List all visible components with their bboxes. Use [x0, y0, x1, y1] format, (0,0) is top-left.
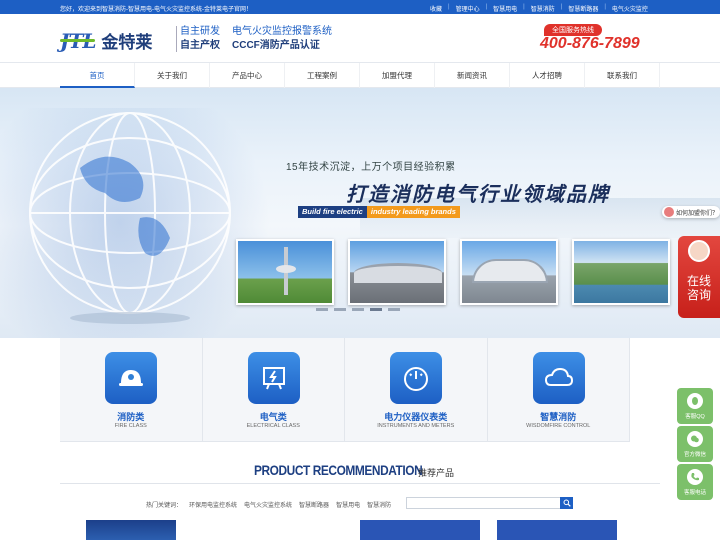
product-card[interactable] — [360, 520, 480, 540]
category-fire[interactable]: 消防类 FIRE CLASS — [60, 338, 203, 442]
category-strip: 消防类 FIRE CLASS 电气类 ELECTRICAL CLASS 电力仪器… — [60, 338, 630, 442]
keyword-link[interactable]: 智慧消防 — [367, 500, 391, 509]
category-instruments[interactable]: 电力仪器仪表类 INSTRUMENTS AND METERS — [345, 338, 488, 442]
top-bar: 您好，欢迎来到智慧消防-智慧用电-电气火灾监控系统-金特莱电子官网！ 收藏 | 管… — [0, 0, 720, 14]
cloud-icon — [532, 352, 585, 404]
slogan-ip: 自主产权 — [180, 40, 220, 51]
slider-dot-active[interactable] — [370, 308, 382, 311]
search-button[interactable] — [560, 497, 573, 509]
case-thumb-park[interactable] — [572, 239, 670, 305]
products-heading: PRODUCT RECOMMENDATION 推荐产品 — [254, 462, 455, 480]
search-icon — [563, 499, 571, 507]
slider-dot[interactable] — [316, 308, 328, 311]
avatar — [688, 240, 710, 262]
keyword-link[interactable]: 环保用电监控系统 — [189, 500, 237, 509]
nav-item[interactable]: 首页 — [60, 63, 135, 88]
helmet-icon — [105, 352, 157, 404]
online-consult-button[interactable]: 在线 咨询 — [678, 236, 720, 318]
smart-breaker-link[interactable]: 智慧断路器 — [568, 4, 598, 13]
qq-button[interactable]: 客服QQ — [677, 388, 713, 424]
case-thumb-tower[interactable] — [236, 239, 334, 305]
hero-banner: 15年技术沉淀，上万个项目经验积累 打造消防电气行业领域品牌 Build fir… — [0, 88, 720, 338]
favorite-link[interactable]: 收藏 — [430, 4, 442, 13]
category-electrical[interactable]: 电气类 ELECTRICAL CLASS — [203, 338, 345, 442]
main-nav: 首页 关于我们 产品中心 工程案例 加盟代理 新闻资讯 人才招聘 联系我们 — [0, 62, 720, 88]
phone-label: 客服电话 — [683, 490, 706, 496]
hot-keywords: 热门关键词： 环保用电监控系统 电气火灾监控系统 智慧断路器 智慧用电 智慧消防 — [146, 500, 398, 509]
products-heading-en: PRODUCT RECOMMENDATION — [254, 462, 423, 478]
avatar — [664, 207, 674, 217]
site-header: JTL 金特莱 自主研发 自主产权 电气火灾监控报警系统 CCCF消防产品认证 … — [0, 14, 720, 62]
nav-item[interactable]: 新闻资讯 — [435, 63, 510, 88]
fire-monitor-link[interactable]: 电气火灾监控 — [612, 4, 648, 13]
category-title: 智慧消防 — [540, 412, 577, 422]
keyword-link[interactable]: 智慧断路器 — [299, 500, 329, 509]
welcome-text: 您好，欢迎来到智慧消防-智慧用电-电气火灾监控系统-金特莱电子官网！ — [60, 7, 252, 13]
nav-item[interactable]: 关于我们 — [135, 63, 210, 88]
consult-text: 如何加盟你们？ — [676, 210, 719, 217]
product-card[interactable] — [497, 520, 617, 540]
keywords-label: 热门关键词： — [146, 503, 183, 509]
smart-fire-link[interactable]: 智慧消防 — [531, 4, 555, 13]
search-input[interactable] — [406, 497, 562, 509]
divider — [60, 483, 660, 484]
wechat-button[interactable]: 官方微信 — [677, 426, 713, 462]
wechat-icon — [687, 431, 703, 447]
consult-bubble[interactable]: 如何加盟你们？ — [662, 206, 720, 218]
category-subtitle: INSTRUMENTS AND METERS — [377, 423, 455, 429]
slogan-left: 自主研发 自主产权 — [180, 25, 220, 53]
nav-item[interactable]: 联系我们 — [585, 63, 660, 88]
top-links: 收藏 | 管理中心 | 智慧用电 | 智慧消防 | 智慧断路器 | 电气火灾监控 — [430, 4, 648, 13]
keyword-link[interactable]: 智慧用电 — [336, 500, 360, 509]
qq-icon — [687, 393, 703, 409]
banner-en-right: industry leading brands — [366, 206, 460, 218]
banner-english: Build fire electric industry leading bra… — [298, 206, 460, 218]
banner-subtitle: 15年技术沉淀，上万个项目经验积累 — [286, 162, 456, 173]
divider — [176, 26, 177, 52]
slider-dot[interactable] — [334, 308, 346, 311]
category-title: 电气类 — [259, 412, 287, 422]
category-subtitle: ELECTRICAL CLASS — [246, 423, 300, 429]
logo-mark: JTL — [60, 28, 96, 53]
gauge-icon — [390, 352, 442, 404]
wechat-label: 官方微信 — [683, 452, 706, 458]
slogan-right: 电气火灾监控报警系统 CCCF消防产品认证 — [232, 25, 332, 53]
slogan-system: 电气火灾监控报警系统 — [232, 26, 332, 37]
nav-item[interactable]: 加盟代理 — [360, 63, 435, 88]
case-thumb-station[interactable] — [348, 239, 446, 305]
banner-title: 打造消防电气行业领域品牌 — [346, 184, 610, 206]
category-title: 消防类 — [117, 412, 145, 422]
phone-icon — [687, 469, 703, 485]
products-heading-cn: 推荐产品 — [418, 468, 455, 478]
nav-item[interactable]: 人才招聘 — [510, 63, 585, 88]
category-subtitle: FIRE CLASS — [114, 423, 147, 429]
product-card[interactable] — [86, 520, 176, 540]
admin-link[interactable]: 管理中心 — [456, 4, 480, 13]
qq-label: 客服QQ — [685, 414, 705, 420]
category-title: 电力仪器仪表类 — [384, 412, 448, 422]
slider-dot[interactable] — [388, 308, 400, 311]
case-thumb-stadium[interactable] — [460, 239, 558, 305]
phone-button[interactable]: 客服电话 — [677, 464, 713, 500]
slogan-cert: CCCF消防产品认证 — [232, 40, 320, 51]
slider-dots — [316, 308, 406, 311]
slogan-rd: 自主研发 — [180, 26, 220, 37]
banner-en-left: Build fire electric — [298, 206, 367, 218]
hotline-number: 400-876-7899 — [540, 35, 640, 52]
slider-dot[interactable] — [352, 308, 364, 311]
online-consult-label: 在线 咨询 — [686, 274, 711, 302]
category-subtitle: WISDOMFIRE CONTROL — [526, 423, 591, 429]
nav-item[interactable]: 工程案例 — [285, 63, 360, 88]
logo-name: 金特莱 — [101, 33, 153, 52]
lightning-board-icon — [247, 352, 300, 404]
logo[interactable]: JTL 金特莱 — [60, 28, 152, 53]
keyword-link[interactable]: 电气火灾监控系统 — [244, 500, 292, 509]
nav-item[interactable]: 产品中心 — [210, 63, 285, 88]
smart-power-link[interactable]: 智慧用电 — [493, 4, 517, 13]
category-smart-fire[interactable]: 智慧消防 WISDOMFIRE CONTROL — [488, 338, 630, 442]
globe-icon — [29, 112, 231, 324]
